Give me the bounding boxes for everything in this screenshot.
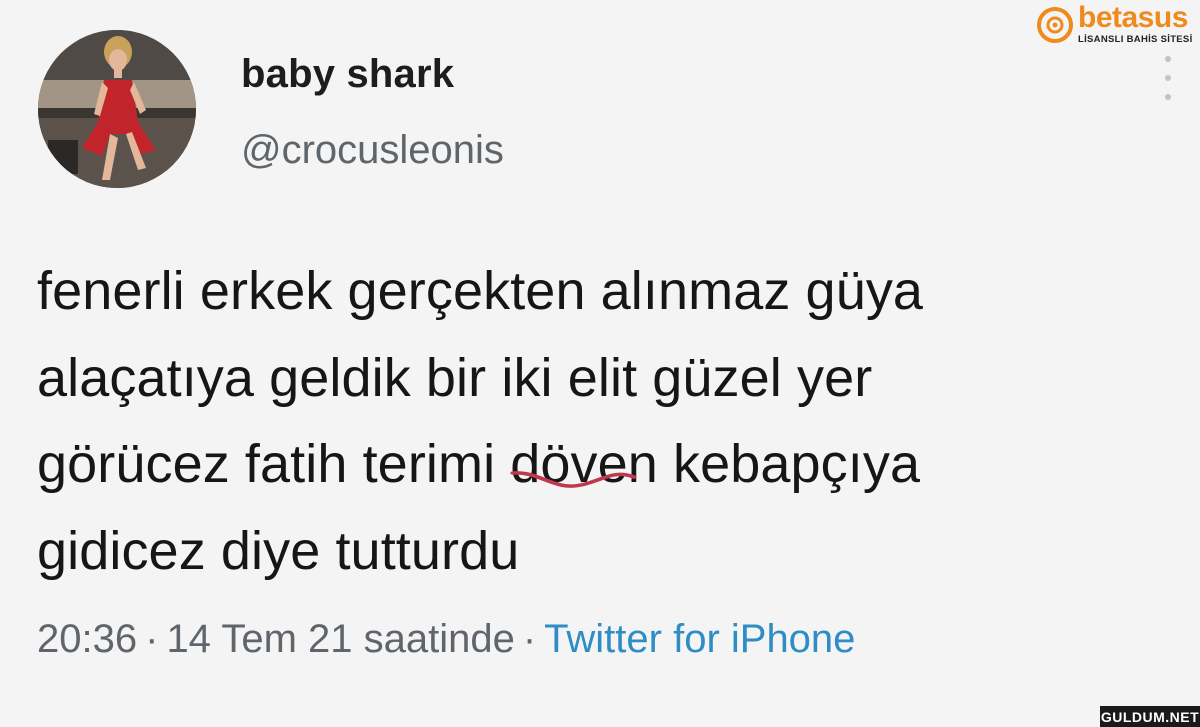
brand-name: betasus bbox=[1078, 1, 1188, 34]
tweet-line-part: kebapçıya bbox=[657, 434, 921, 494]
site-watermark: GULDUM.NET bbox=[1100, 706, 1200, 727]
brand-tagline: LİSANSLI BAHİS SİTESİ bbox=[1078, 34, 1193, 45]
tweet-line: fenerli erkek gerçekten alınmaz güya bbox=[37, 261, 924, 321]
brand-logo: betasus LİSANSLI BAHİS SİTESİ bbox=[1036, 0, 1200, 52]
more-vertical-icon[interactable] bbox=[1158, 56, 1178, 100]
annotated-word: döven bbox=[510, 421, 658, 508]
avatar[interactable] bbox=[38, 30, 196, 188]
tweet-line: gidicez diye tutturdu bbox=[37, 520, 520, 581]
display-name[interactable]: baby shark bbox=[241, 52, 454, 97]
tweet-time[interactable]: 20:36 bbox=[37, 617, 137, 661]
tweet-text: fenerli erkek gerçekten alınmaz güya ala… bbox=[37, 248, 1177, 594]
tweet-line-annotated: görücez fatih terimi döven kebapçıya bbox=[37, 421, 1177, 508]
tweet-date[interactable]: 14 Tem 21 saatinde bbox=[166, 617, 514, 661]
meta-separator: · bbox=[522, 617, 537, 661]
tweet-source-link[interactable]: Twitter for iPhone bbox=[544, 617, 855, 661]
meta-separator: · bbox=[145, 617, 159, 661]
tweet-meta: 20:36 · 14 Tem 21 saatinde · Twitter for iPh… bbox=[37, 617, 855, 662]
tweet-line-part: görücez fatih terimi bbox=[37, 434, 511, 494]
user-handle[interactable]: @crocusleonis bbox=[241, 128, 504, 173]
target-logo-icon bbox=[1037, 7, 1073, 43]
tweet-line: alaçatıya geldik bir iki elit güzel yer bbox=[37, 347, 873, 408]
profile-photo bbox=[38, 30, 196, 188]
handwritten-strike-mark bbox=[510, 471, 637, 488]
